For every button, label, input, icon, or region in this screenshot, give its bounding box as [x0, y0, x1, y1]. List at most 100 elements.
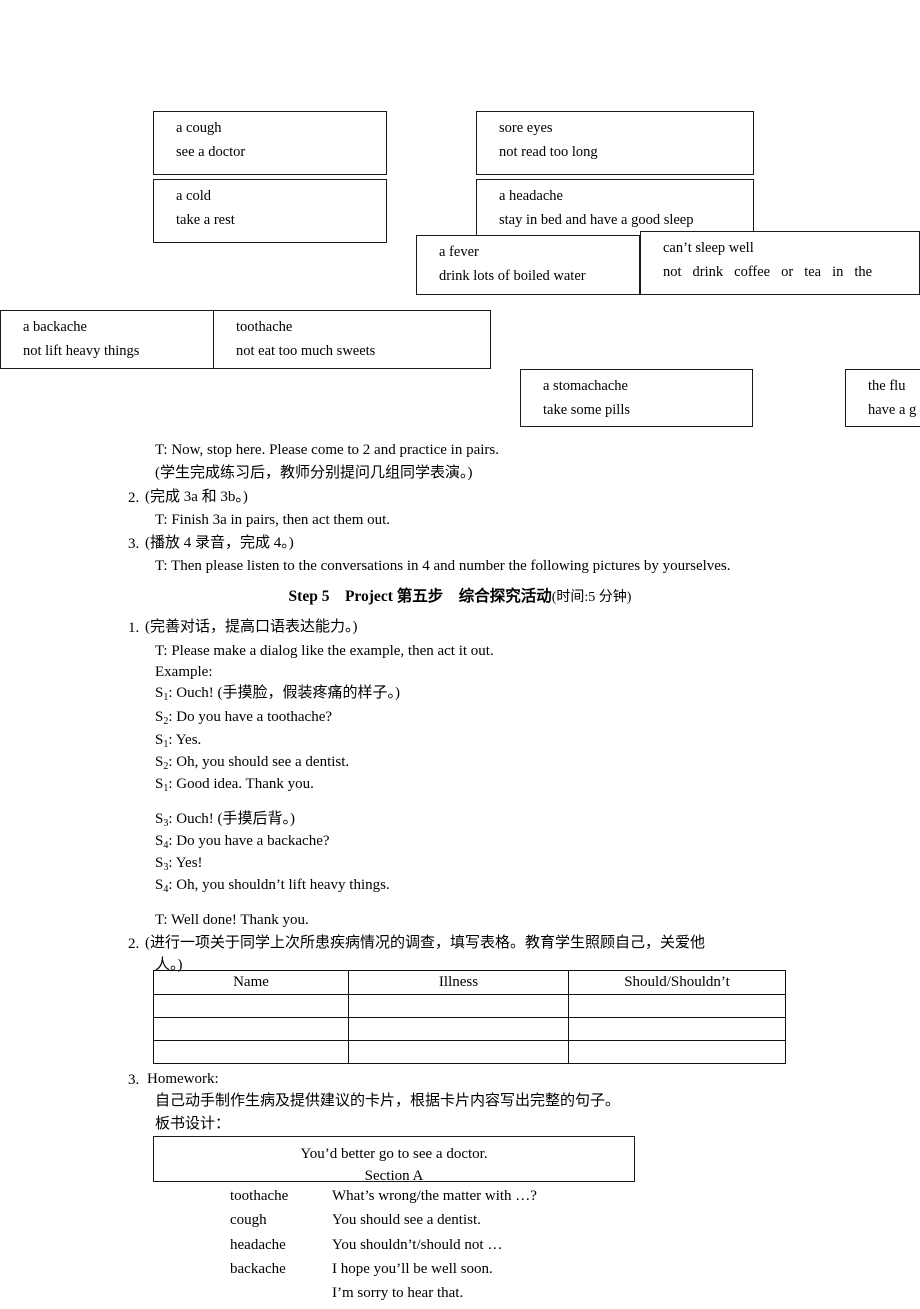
project-item-2-note-line1: (进行一项关于同学上次所患疾病情况的调查，填写表格。教育学生照顾自己，关爱他 [145, 935, 705, 951]
step5-heading: Step 5 Project 第五步 综合探究活动(时间:5 分钟) [0, 584, 920, 606]
flashcard-ailment: a cough [176, 120, 222, 136]
lesson-item-2-number: 2. [128, 490, 140, 506]
list-item-term: cough [230, 1212, 267, 1229]
list-item-term: toothache [230, 1188, 289, 1204]
project-item-2-number: 2. [128, 936, 140, 952]
cell-should[interactable] [568, 994, 786, 1018]
flashcard-advice: not lift heavy things [23, 342, 140, 359]
speaker-index: 1 [163, 692, 169, 703]
speaker-index: 2 [163, 716, 169, 727]
advice-word: not [663, 263, 682, 280]
flashcard-advice: have a g [868, 401, 917, 418]
flashcard-backache: a backache not lift heavy things [1, 311, 214, 368]
flashcard-ailment: the flu [868, 378, 906, 394]
speaker-index: 1 [163, 783, 169, 794]
step5-title: Step 5 Project 第五步 综合探究活动 [288, 588, 552, 605]
advice-word: drink [692, 263, 724, 280]
speaker-index: 1 [163, 739, 169, 750]
teacher-line-stop-here: T: Now, stop here. Please come to 2 and … [155, 442, 500, 458]
dialog-text: : Oh, you should see a dentist. [168, 754, 350, 770]
homework-note-line1: 自己动手制作生病及提供建议的卡片，根据卡片内容写出完整的句子。 [155, 1093, 621, 1109]
list-item-phrase: You should see a dentist. [332, 1212, 481, 1229]
cell-illness[interactable] [348, 1040, 569, 1064]
advice-word: or [781, 263, 794, 280]
dialog-text: : Yes! [168, 855, 203, 871]
cell-name[interactable] [153, 1040, 349, 1064]
list-item-phrase: You shouldn’t/should not … [332, 1236, 503, 1253]
homework-label: Homework: [147, 1071, 219, 1087]
dialog-a-line: S1: Yes. [155, 732, 202, 750]
flashcard-advice: not eat too much sweets [236, 342, 376, 359]
advice-word: coffee [734, 263, 771, 280]
advice-word: tea [804, 263, 822, 280]
flashcard-advice: stay in bed and have a good sleep [499, 211, 694, 228]
cell-should[interactable] [568, 1017, 786, 1041]
lesson-item-2-teacher: T: Finish 3a in pairs, then act them out… [155, 512, 391, 528]
flashcard-sore-eyes: sore eyes not read too long [476, 111, 754, 175]
project-item-1-note: (完善对话，提高口语表达能力。) [145, 619, 358, 635]
dialog-text: : Good idea. Thank you. [168, 776, 314, 792]
speaker-index: 2 [163, 761, 169, 772]
lesson-item-3-number: 3. [128, 536, 140, 552]
blackboard-box: You’d better go to see a doctor. Section… [153, 1136, 635, 1184]
dialog-a-line: S1: Good idea. Thank you. [155, 776, 314, 794]
blackboard-title: You’d better go to see a doctor. [300, 1146, 488, 1162]
speaker-index: 4 [163, 884, 169, 895]
dialog-a-line: S2: Do you have a toothache? [155, 709, 333, 727]
blackboard-design-label: 板书设计： [155, 1116, 231, 1132]
list-item-term: backache [230, 1260, 286, 1277]
dialog-text: : Ouch! (手摸后背。) [168, 811, 295, 827]
cell-name[interactable] [153, 1017, 349, 1041]
flashcard-advice: drink lots of boiled water [439, 267, 586, 284]
flashcard-fever: a fever drink lots of boiled water [416, 235, 640, 295]
step5-duration: (时间:5 分钟) [551, 590, 632, 605]
flashcard-ailment: can’t sleep well [663, 240, 754, 256]
project-item-1-teacher: T: Please make a dialog like the example… [155, 643, 494, 659]
survey-table: Name Illness Should/Shouldn’t [153, 970, 786, 1064]
list-item-phrase: I’m sorry to hear that. [332, 1285, 464, 1302]
flashcard-ailment: a fever [439, 244, 479, 260]
dialog-text: : Do you have a toothache? [168, 709, 333, 725]
advice-word: the [854, 263, 873, 280]
advice-word: in [832, 263, 844, 280]
column-header-illness: Illness [348, 970, 569, 995]
lesson-item-2-note: (完成 3a 和 3b。) [145, 489, 248, 505]
speaker-index: 4 [163, 840, 169, 851]
table-row [153, 994, 786, 1018]
dialog-b-line: S4: Oh, you shouldn’t lift heavy things. [155, 878, 390, 895]
cell-illness[interactable] [348, 1017, 569, 1041]
dialog-b-line: S3: Ouch! (手摸后背。) [155, 811, 295, 829]
table-header-row: Name Illness Should/Shouldn’t [153, 970, 786, 995]
flashcard-ailment: a cold [176, 188, 212, 204]
note-after-practice: (学生完成练习后，教师分别提问几组同学表演。) [155, 465, 473, 481]
blackboard-section: Section A [364, 1167, 424, 1184]
cell-should[interactable] [568, 1040, 786, 1064]
column-header-name: Name [153, 970, 349, 995]
flashcard-ailment: a headache [499, 188, 563, 204]
flashcard-advice: not drink coffee or tea in the [641, 263, 919, 280]
dialog-text: : Ouch! (手摸脸，假装疼痛的样子。) [168, 685, 400, 701]
cell-illness[interactable] [348, 994, 569, 1018]
lesson-item-3-teacher: T: Then please listen to the conversatio… [155, 558, 731, 574]
cell-name[interactable] [153, 994, 349, 1018]
flashcard-ailment: a backache [23, 319, 87, 335]
flashcard-advice: see a doctor [176, 143, 246, 160]
list-item-phrase: I hope you’ll be well soon. [332, 1260, 493, 1277]
flashcard-flu: the flu have a g [845, 369, 920, 427]
example-label: Example: [155, 664, 213, 680]
speaker-index: 3 [163, 862, 169, 873]
flashcard-ailment: toothache [236, 319, 293, 335]
list-item-term: headache [230, 1236, 286, 1253]
flashcard-ailment: a stomachache [543, 378, 628, 394]
flashcard-stomachache: a stomachache take some pills [520, 369, 753, 427]
flashcard-cant-sleep-well: can’t sleep well not drink coffee or tea in th… [640, 231, 920, 295]
project-item-3-number: 3. [128, 1072, 140, 1088]
column-header-should: Should/Shouldn’t [568, 970, 786, 995]
lesson-item-3-note: (播放 4 录音，完成 4。) [145, 535, 294, 551]
dialog-b-line: S3: Yes! [155, 855, 203, 873]
flashcard-cold: a cold take a rest [153, 179, 387, 243]
flashcard-cough: a cough see a doctor [153, 111, 387, 175]
dialog-text: : Yes. [168, 732, 202, 748]
dialog-b-line: S4: Do you have a backache? [155, 834, 330, 851]
project-item-1-number: 1. [128, 620, 140, 636]
